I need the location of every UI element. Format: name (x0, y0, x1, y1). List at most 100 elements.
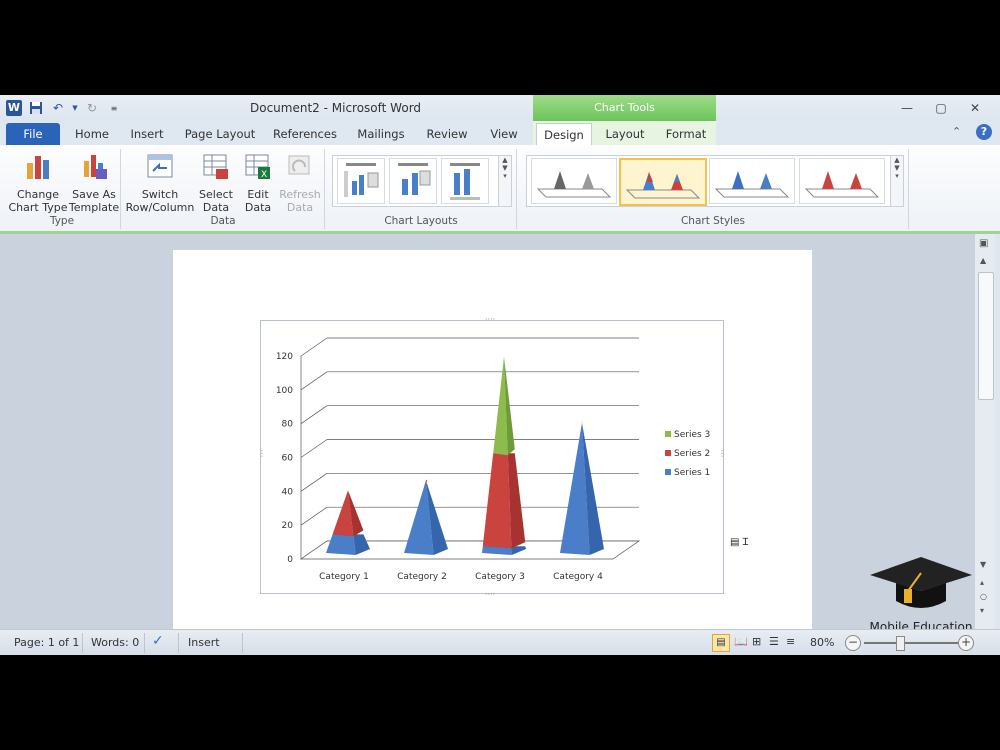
chart-layouts-gallery: ▲ ▼ ▾ (332, 155, 512, 207)
zoom-slider[interactable] (864, 642, 958, 644)
web-layout-view-icon[interactable]: ⊞ (752, 635, 761, 648)
page-count[interactable]: Page: 1 of 1 (14, 636, 79, 649)
save-as-template-button[interactable]: Save As Template (66, 151, 122, 214)
tab-page-layout[interactable]: Page Layout (180, 123, 260, 145)
chart-layout-thumb[interactable] (389, 158, 437, 204)
x-category-label: Category 4 (553, 572, 603, 582)
scroll-down-icon[interactable]: ▼ (980, 560, 986, 569)
refresh-data-icon (288, 155, 310, 175)
previous-page-icon[interactable]: ▴ (980, 578, 984, 587)
ruler-toggle-icon[interactable]: ▣ (979, 238, 988, 249)
divider (82, 633, 83, 653)
tab-insert[interactable]: Insert (124, 123, 170, 145)
y-tick-label: 120 (276, 352, 293, 362)
gridline-side (300, 473, 328, 492)
close-button[interactable]: ✕ (961, 99, 989, 117)
divider (144, 633, 145, 653)
scroll-up-icon[interactable]: ▲ (980, 256, 986, 265)
chart-object[interactable]: ···· ···· ⋮ ⋮ 0 20 40 60 80 100 120 Category 1 C… (258, 315, 726, 599)
group-chart-layouts: ▲ ▼ ▾ Chart Layouts (326, 149, 517, 229)
chart-styles-scroll[interactable]: ▲ ▼ ▾ (890, 156, 903, 206)
collapse-ribbon-icon[interactable]: ⌃ (952, 125, 961, 138)
tab-layout[interactable]: Layout (600, 123, 650, 145)
chart-resize-handle[interactable]: ⋮ (718, 449, 726, 458)
group-type: Change Chart Type Save As Template Type (4, 149, 121, 229)
edit-data-label: Edit Data (244, 188, 272, 214)
save-as-template-label: Save As Template (68, 188, 120, 214)
insert-mode[interactable]: Insert (188, 636, 220, 649)
tab-home[interactable]: Home (70, 123, 114, 145)
pyramid-segment (482, 453, 512, 549)
chart-resize-handle[interactable]: ⋮ (258, 449, 266, 458)
legend-swatch (665, 469, 671, 475)
select-data-button[interactable]: Select Data (196, 151, 236, 214)
x-category-label: Category 1 (319, 572, 369, 582)
help-icon[interactable]: ? (976, 124, 992, 140)
x-category-label: Category 3 (475, 572, 525, 582)
chart-layouts-scroll[interactable]: ▲ ▼ ▾ (498, 156, 511, 206)
proofing-icon[interactable]: ✓ (152, 633, 164, 649)
tab-format[interactable]: Format (660, 123, 712, 145)
undo-icon[interactable]: ↶ (50, 100, 66, 116)
status-bar: Page: 1 of 1 Words: 0 ✓ Insert ▤ 📖 ⊞ ☰ ≡… (0, 629, 1000, 655)
zoom-slider-knob[interactable] (896, 636, 905, 651)
divider (178, 633, 179, 653)
chart-style-thumb[interactable] (531, 158, 617, 204)
select-data-label: Select Data (199, 188, 233, 214)
word-app-icon[interactable]: W (6, 100, 22, 116)
y-tick-label: 0 (287, 555, 293, 565)
browse-object-icon[interactable]: ○ (980, 592, 987, 601)
outline-view-icon[interactable]: ☰ (769, 635, 779, 648)
word-window: W ↶ ▼ ↻ ≡ Document2 - Microsoft Word Cha… (0, 95, 1000, 655)
print-layout-view-icon[interactable]: ▤ (712, 634, 730, 652)
ribbon-tabs: File Home Insert Page Layout References … (0, 121, 1000, 146)
switch-row-column-button[interactable]: Switch Row/Column (124, 151, 196, 214)
title-bar: W ↶ ▼ ↻ ≡ Document2 - Microsoft Word Cha… (0, 95, 1000, 121)
change-chart-type-button[interactable]: Change Chart Type (8, 151, 68, 214)
chart-style-thumb-selected[interactable] (619, 158, 707, 206)
edit-data-button[interactable]: X Edit Data (238, 151, 278, 214)
switch-row-column-label: Switch Row/Column (125, 188, 195, 214)
tab-design[interactable]: Design (536, 123, 592, 146)
tab-review[interactable]: Review (420, 123, 474, 145)
tab-view[interactable]: View (482, 123, 526, 145)
vertical-scrollbar[interactable]: ▣ ▲ ▼ ▴ ○ ▾ (975, 234, 995, 629)
maximize-button[interactable]: ▢ (927, 99, 955, 117)
data-group-label: Data (210, 215, 236, 227)
y-tick-label: 20 (282, 521, 294, 531)
legend-swatch (665, 431, 671, 437)
mobile-education-logo: Mobile Education (866, 555, 976, 635)
document-title: Document2 - Microsoft Word (250, 101, 422, 115)
x-category-label: Category 2 (397, 572, 447, 582)
chart-resize-handle[interactable]: ···· (485, 590, 495, 599)
next-page-icon[interactable]: ▾ (980, 606, 984, 615)
tab-file[interactable]: File (6, 123, 60, 145)
zoom-in-button[interactable]: + (958, 635, 974, 651)
chart-tools-header: Chart Tools (533, 95, 716, 121)
save-icon[interactable] (28, 100, 44, 116)
chart-layout-thumb[interactable] (337, 158, 385, 204)
tab-mailings[interactable]: Mailings (350, 123, 412, 145)
word-count[interactable]: Words: 0 (91, 636, 139, 649)
redo-icon[interactable]: ↻ (84, 100, 100, 116)
quick-access-toolbar: W ↶ ▼ ↻ ≡ (6, 100, 122, 116)
full-screen-reading-view-icon[interactable]: 📖 (734, 635, 748, 648)
customize-qat-icon[interactable]: ≡ (106, 100, 122, 116)
group-data: Switch Row/Column Select Data X Edit Dat… (122, 149, 325, 229)
gridline-side (300, 439, 328, 458)
undo-dropdown-icon[interactable]: ▼ (72, 100, 78, 116)
chart-style-thumb[interactable] (709, 158, 795, 204)
scrollbar-thumb[interactable] (978, 272, 994, 400)
chart-resize-handle[interactable]: ···· (485, 315, 495, 324)
document-page[interactable]: ···· ···· ⋮ ⋮ 0 20 40 60 80 100 120 Category 1 C… (173, 250, 812, 630)
draft-view-icon[interactable]: ≡ (786, 635, 795, 648)
y-tick-label: 60 (282, 454, 294, 464)
zoom-out-button[interactable]: − (845, 635, 861, 651)
tab-references[interactable]: References (268, 123, 342, 145)
zoom-level[interactable]: 80% (810, 636, 834, 649)
chart-style-thumb[interactable] (799, 158, 885, 204)
type-group-label: Type (49, 215, 75, 227)
minimize-button[interactable]: — (893, 99, 921, 117)
chart-layout-thumb[interactable] (441, 158, 489, 204)
refresh-data-button[interactable]: Refresh Data (278, 151, 322, 214)
